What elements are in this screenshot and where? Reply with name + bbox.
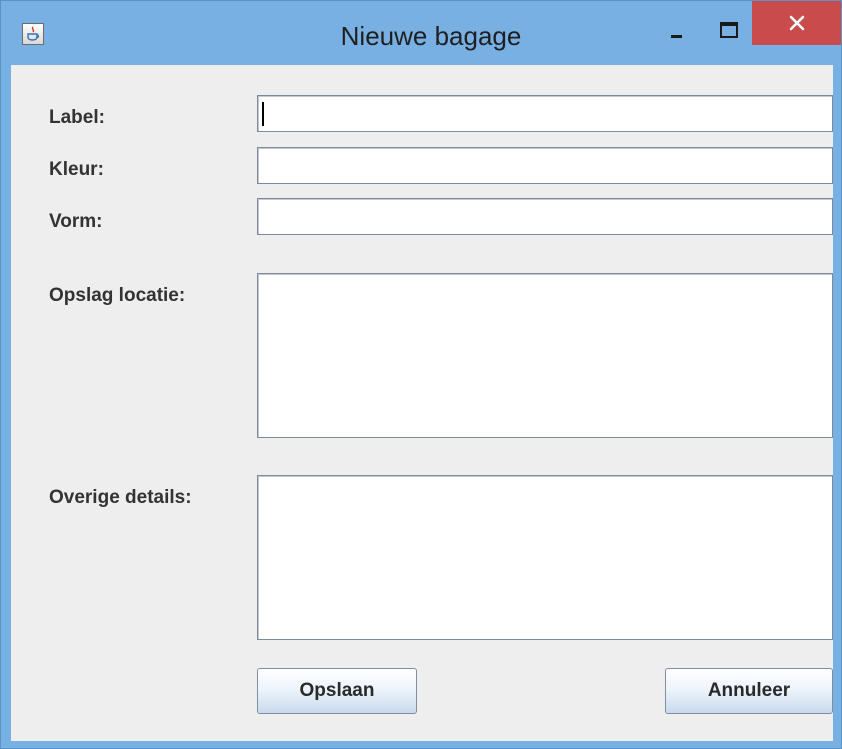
label-input[interactable]	[257, 95, 833, 132]
vorm-field-label: Vorm:	[49, 211, 103, 232]
title-bar[interactable]: Nieuwe bagage	[1, 1, 841, 65]
overige-details-textarea[interactable]	[257, 475, 833, 640]
save-button[interactable]: Opslaan	[257, 668, 417, 714]
opslag-locatie-label: Opslag locatie:	[49, 285, 186, 306]
label-field-label: Label:	[49, 107, 105, 128]
dialog-window: Nieuwe bagage Label: Kleur: Vorm: Opslag…	[0, 0, 842, 749]
maximize-button[interactable]	[707, 9, 747, 49]
overige-details-label: Overige details:	[49, 487, 192, 508]
cancel-button[interactable]: Annuleer	[665, 668, 833, 714]
minimize-button[interactable]	[656, 9, 696, 49]
close-button[interactable]	[752, 1, 841, 45]
kleur-field-label: Kleur:	[49, 159, 104, 180]
opslag-locatie-textarea[interactable]	[257, 273, 833, 438]
text-caret	[262, 102, 264, 126]
dialog-content: Label: Kleur: Vorm: Opslag locatie: Over…	[11, 65, 833, 741]
java-cup-icon[interactable]	[22, 23, 44, 45]
vorm-input[interactable]	[257, 198, 833, 235]
kleur-input[interactable]	[257, 147, 833, 184]
close-icon	[789, 15, 804, 31]
